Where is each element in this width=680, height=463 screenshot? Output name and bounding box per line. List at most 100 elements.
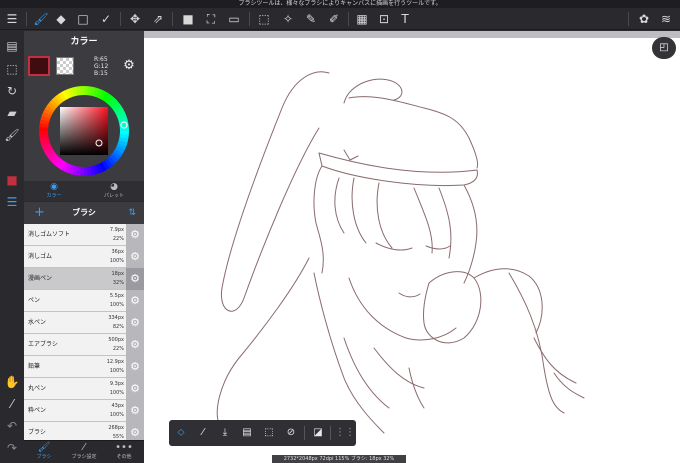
brush-tool-icon[interactable]: 🖌 (33, 11, 49, 27)
sort-icon[interactable]: ⇅ (128, 206, 136, 220)
download-icon[interactable]: ⤓ (217, 425, 233, 441)
brush-list-icon[interactable]: ☰ (3, 193, 21, 211)
selection-icon[interactable]: ⬚ (3, 60, 21, 78)
snap-icon[interactable]: ⬦ (173, 425, 189, 441)
transform-tool-icon[interactable]: ⇗ (150, 11, 166, 27)
coat-left-stroke (216, 257, 310, 424)
hair-right-strands-stroke (413, 187, 452, 259)
tab-palette[interactable]: ◕ パレット (84, 181, 144, 201)
toolbar-divider (172, 12, 173, 26)
toolbar-divider (26, 12, 27, 26)
coat-fold-stroke (343, 337, 425, 409)
status-bar: 2732*2048px 72dpi 115% ブラシ: 18px 32% (272, 455, 406, 463)
toolbar-divider (120, 12, 121, 26)
brush-name: 漫画ペン (28, 275, 53, 282)
eyedropper-icon[interactable]: ⁄ (3, 395, 21, 413)
hand-icon[interactable]: ✋ (3, 373, 21, 391)
more-icon: ••• (115, 442, 133, 453)
brush-settings-gear-icon[interactable]: ⚙ (126, 378, 144, 400)
brush-item[interactable]: ペン 5.5px 100% ⚙ (24, 290, 144, 312)
cuff-stroke (533, 337, 585, 399)
select-eraser-icon[interactable]: ✐ (326, 11, 342, 27)
brush-item[interactable]: ブラシ 268px 55% ⚙ (24, 422, 144, 440)
color-settings-gear-icon[interactable]: ⚙ (121, 58, 137, 74)
color-wheel-graphic[interactable] (28, 81, 140, 181)
transform-icon[interactable]: ◪ (310, 425, 326, 441)
eyedropper-icon[interactable]: ⁄ (195, 425, 211, 441)
brush-item[interactable]: 消しゴムソフト 7.9px 22% ⚙ (24, 224, 144, 246)
brush-item[interactable]: エアブラシ 500px 22% ⚙ (24, 334, 144, 356)
brush-item[interactable]: 鉛筆 12.9px 100% ⚙ (24, 356, 144, 378)
line-art-drawing[interactable] (144, 38, 680, 463)
brush-settings-gear-icon[interactable]: ⚙ (126, 422, 144, 440)
tab-brush-settings-label: ブラシ設定 (71, 454, 97, 460)
tab-other[interactable]: ••• その他 (104, 441, 144, 463)
sub-color-swatch[interactable] (56, 57, 74, 75)
eraser-tool-icon[interactable]: ◆ (53, 11, 69, 27)
brush-settings-gear-icon[interactable]: ⚙ (126, 246, 144, 268)
rotate-icon[interactable]: ↻ (3, 82, 21, 100)
fill-color-icon[interactable]: ■ (180, 11, 196, 27)
main-color-swatch[interactable] (28, 56, 50, 76)
red-value: R:65 (94, 56, 108, 63)
tab-color[interactable]: ◉ カラー (24, 181, 84, 201)
redo-icon[interactable]: ↷ (3, 439, 21, 457)
tab-brush[interactable]: 🖌 ブラシ (24, 441, 64, 463)
menu-icon[interactable]: ☰ (4, 11, 20, 27)
mouth-stroke (398, 292, 421, 298)
deselect-icon[interactable]: ⊘ (283, 425, 299, 441)
selection-tool-icon[interactable]: ⬚ (256, 11, 272, 27)
tab-other-label: その他 (116, 454, 132, 460)
move-tool-icon[interactable]: ✥ (127, 11, 143, 27)
select-pen-icon[interactable]: ✎ (303, 11, 319, 27)
magic-wand-icon[interactable]: ✧ (280, 11, 296, 27)
paste-icon[interactable]: ▤ (239, 425, 255, 441)
brush-item[interactable]: 漫画ペン 18px 32% ⚙ (24, 268, 144, 290)
brush-item[interactable]: 丸ペン 9.3px 100% ⚙ (24, 378, 144, 400)
brush-settings-gear-icon[interactable]: ⚙ (126, 400, 144, 422)
side-panel: カラー R:65 G:12 B:15 ⚙ ◉ カラー ◕ パレット + ブラシ … (24, 31, 144, 463)
smudge-tool-icon[interactable]: ✓ (98, 11, 114, 27)
jaw-stroke (348, 277, 457, 341)
brush-settings-gear-icon[interactable]: ⚙ (126, 224, 144, 246)
palette-icon: ◕ (110, 182, 118, 192)
material-icon[interactable]: ✿ (636, 11, 652, 27)
brush-item[interactable]: 水ペン 334px 82% ⚙ (24, 312, 144, 334)
rectangle-tool-icon[interactable]: □ (75, 11, 91, 27)
drawing-canvas[interactable] (144, 38, 680, 463)
closed-eyes-stroke (375, 242, 451, 251)
undo-icon[interactable]: ↶ (3, 417, 21, 435)
hands-stroke (423, 271, 482, 344)
hat-top-stroke (348, 96, 479, 169)
brush-settings-gear-icon[interactable]: ⚙ (126, 268, 144, 290)
brush-item[interactable]: 粋ペン 43px 100% ⚙ (24, 400, 144, 422)
canvas-operation-icon[interactable]: ⊡ (376, 11, 392, 27)
brush-opacity: 100% (109, 258, 124, 264)
brush-settings-gear-icon[interactable]: ⚙ (126, 290, 144, 312)
brush-settings-gear-icon[interactable]: ⚙ (126, 312, 144, 334)
drag-handle-icon[interactable]: ⋮⋮ (335, 425, 355, 441)
navigator-icon[interactable]: ◰ (652, 37, 676, 59)
brush-size: 18px (111, 271, 125, 277)
gallery-icon[interactable]: ▤ (3, 37, 21, 55)
brush-settings-gear-icon[interactable]: ⚙ (126, 334, 144, 356)
ruler-icon[interactable]: ▰ (3, 104, 21, 122)
frame-divider-icon[interactable]: ▦ (354, 11, 370, 27)
brush-size: 7.9px (109, 227, 124, 233)
color-icon[interactable]: ■ (3, 171, 21, 189)
select-all-icon[interactable]: ⬚ (261, 425, 277, 441)
color-wheel[interactable] (28, 81, 140, 181)
toolbar-divider (348, 12, 349, 26)
brush-settings-gear-icon[interactable]: ⚙ (126, 356, 144, 378)
paint-bucket-icon[interactable]: ⛶ (203, 11, 219, 27)
brush-icon[interactable]: 🖌 (3, 126, 21, 144)
brush-item[interactable]: 消しゴム 36px 100% ⚙ (24, 246, 144, 268)
tab-brush-settings[interactable]: ⁄ ブラシ設定 (64, 441, 104, 463)
main-toolbar: ☰ 🖌 ◆ □ ✓ ✥ ⇗ ■ ⛶ ▭ ⬚ ✧ ✎ ✐ ▦ ⊡ T ✿ ≋ (0, 8, 680, 30)
layers-icon[interactable]: ≋ (658, 11, 674, 27)
text-tool-icon[interactable]: T (397, 11, 413, 27)
gradient-tool-icon[interactable]: ▭ (226, 11, 242, 27)
hat-bow-stroke (343, 78, 403, 104)
brush-name: エアブラシ (28, 341, 58, 348)
brush-settings-icon: ⁄ (83, 442, 85, 453)
